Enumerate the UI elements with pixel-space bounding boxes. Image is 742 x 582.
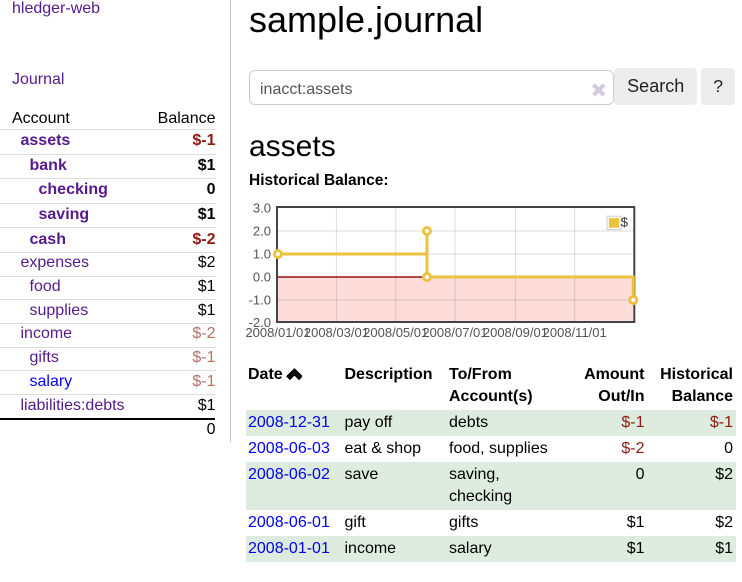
svg-text:2008/05/01: 2008/05/01 [363,325,428,340]
svg-text:2.0: 2.0 [253,224,271,239]
svg-text:0.0: 0.0 [253,270,271,285]
svg-text:3.0: 3.0 [253,201,271,216]
svg-text:-1.0: -1.0 [249,293,271,308]
svg-text:2008/03/01: 2008/03/01 [304,325,369,340]
svg-text:2008/07/01: 2008/07/01 [422,325,487,340]
svg-text:2008/11/01: 2008/11/01 [543,325,607,340]
svg-text:2008/09/01: 2008/09/01 [483,325,548,340]
svg-text:$: $ [621,215,629,230]
svg-text:1.0: 1.0 [253,247,271,262]
svg-text:2008/01/01: 2008/01/01 [245,325,310,340]
